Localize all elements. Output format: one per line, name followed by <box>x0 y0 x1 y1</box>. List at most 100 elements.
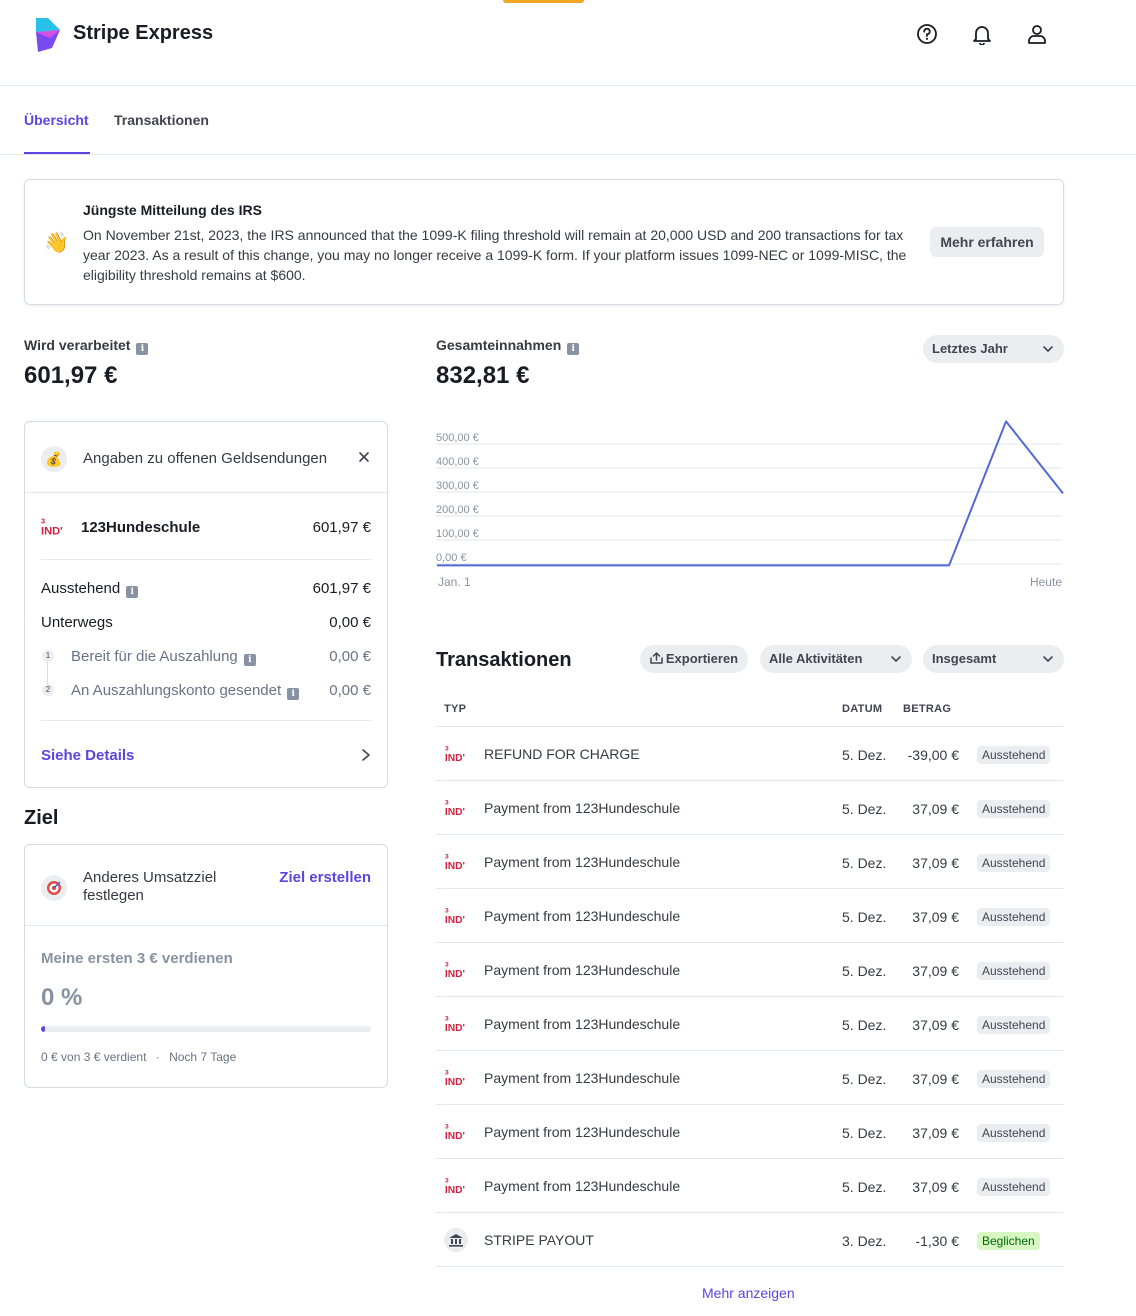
processing-amount: 601,97 € <box>24 362 118 389</box>
in-transit-value: 0,00 € <box>329 614 371 631</box>
table-row[interactable]: 3 IND' Payment from 123Hundeschule 5. Dez. 3… <box>436 996 1064 1050</box>
table-row[interactable]: 3 IND' Payment from 123Hundeschule 5. Dez. 3… <box>436 942 1064 996</box>
svg-text:3: 3 <box>41 516 45 525</box>
export-label: Exportieren <box>665 651 739 666</box>
info-icon[interactable]: i <box>136 343 149 355</box>
transaction-type: Payment from 123Hundeschule <box>484 800 681 816</box>
transaction-date: 5. Dez. <box>842 1071 887 1087</box>
payouts-card-title: Angaben zu offenen Geldsendungen <box>83 450 328 467</box>
status-badge: Ausstehend <box>977 908 1051 926</box>
table-row[interactable]: 3 IND' Payment from 123Hundeschule 5. Dez. 3… <box>436 1050 1064 1104</box>
table-row[interactable]: 3 IND' Payment from 123Hundeschule 5. Dez. 3… <box>436 780 1064 834</box>
column-header-amount[interactable]: BETRAG <box>903 703 951 715</box>
svg-text:3: 3 <box>445 908 449 915</box>
svg-text:IND': IND' <box>445 915 465 926</box>
goal-percent: 0 % <box>41 984 83 1011</box>
transaction-date: 5. Dez. <box>842 855 887 871</box>
goal-progress-fill <box>41 1026 45 1032</box>
earnings-chart: 500,00 € 400,00 € 300,00 € 200,00 € 100,00 €… <box>436 420 1064 589</box>
svg-text:3: 3 <box>445 1124 449 1131</box>
processing-label-text: Wird verarbeitet <box>24 337 131 353</box>
transaction-date: 5. Dez. <box>842 909 887 925</box>
brand-name: Stripe Express <box>73 22 214 44</box>
target-icon <box>41 875 67 901</box>
divider <box>41 720 371 721</box>
x-tick-label: Heute <box>1030 575 1062 589</box>
total-filter-select[interactable]: Insgesamt <box>923 645 1064 673</box>
pending-value: 601,97 € <box>312 580 371 597</box>
table-row[interactable]: 3 IND' Payment from 123Hundeschule 5. Dez. 3… <box>436 1158 1064 1212</box>
waving-hand-icon: 👋 <box>44 232 69 254</box>
sent-to-account-value: 0,00 € <box>329 682 371 699</box>
svg-text:IND': IND' <box>445 1131 465 1142</box>
y-tick-label: 500,00 € <box>436 432 479 444</box>
svg-text:IND': IND' <box>445 969 465 980</box>
transaction-type: Payment from 123Hundeschule <box>484 854 681 870</box>
ready-for-payout-label: Bereit für die Auszahlung i <box>71 648 256 666</box>
transaction-amount: 37,09 € <box>912 855 959 871</box>
date-range-select[interactable]: Letztes Jahr <box>923 335 1064 363</box>
export-button[interactable]: Exportieren <box>640 645 748 673</box>
tab-overview[interactable]: Übersicht <box>24 112 89 128</box>
transaction-amount: -39,00 € <box>907 747 959 763</box>
status-badge: Ausstehend <box>977 800 1051 818</box>
earnings-amount: 832,81 € <box>436 362 530 389</box>
transaction-amount: 37,09 € <box>912 1179 959 1195</box>
create-goal-link[interactable]: Ziel erstellen <box>279 869 371 886</box>
info-icon[interactable]: i <box>567 343 580 355</box>
y-tick-label: 0,00 € <box>436 552 467 564</box>
help-icon[interactable] <box>915 22 939 46</box>
y-tick-label: 300,00 € <box>436 480 479 492</box>
ind-logo-icon: 3IND' <box>445 1070 465 1088</box>
learn-more-button[interactable]: Mehr erfahren <box>930 227 1044 257</box>
close-icon[interactable] <box>355 448 373 466</box>
divider <box>41 559 371 560</box>
tab-transactions[interactable]: Transaktionen <box>114 112 209 128</box>
info-icon[interactable]: i <box>126 586 139 598</box>
main-tabs: Übersicht Transaktionen <box>0 86 1136 155</box>
active-tab-indicator <box>24 152 90 154</box>
transaction-amount: -1,30 € <box>915 1233 959 1249</box>
status-badge: Ausstehend <box>977 1070 1051 1088</box>
svg-text:IND': IND' <box>445 753 465 764</box>
x-tick-label: Jan. 1 <box>438 575 471 589</box>
goal-progress-bar <box>41 1026 371 1032</box>
table-row[interactable]: 3 IND' Payment from 123Hundeschule 5. Dez. 3… <box>436 834 1064 888</box>
open-payouts-card: 💰 Angaben zu offenen Geldsendungen 3 IND… <box>24 421 388 788</box>
table-row[interactable]: 3 IND' Payment from 123Hundeschule 5. Dez. 3… <box>436 888 1064 942</box>
svg-text:3: 3 <box>445 746 449 753</box>
top-header: Stripe Express <box>0 0 1136 86</box>
bell-icon[interactable] <box>970 22 994 46</box>
see-details-link[interactable]: Siehe Details <box>41 747 134 764</box>
platform-name: 123Hundeschule <box>81 519 201 536</box>
chevron-down-icon <box>891 656 901 663</box>
processing-label: Wird verarbeitet i <box>24 337 149 355</box>
transaction-type: Payment from 123Hundeschule <box>484 908 681 924</box>
column-header-type[interactable]: TYP <box>444 703 466 715</box>
table-row[interactable]: 3 IND' REFUND FOR CHARGE 5. Dez. -39,00 € Aus… <box>436 726 1064 780</box>
status-badge: Ausstehend <box>977 1016 1051 1034</box>
column-header-date[interactable]: DATUM <box>842 703 882 715</box>
irs-notice-banner: 👋 Jüngste Mitteilung des IRS On November… <box>24 179 1064 305</box>
transaction-type: Payment from 123Hundeschule <box>484 1070 681 1086</box>
transaction-type: STRIPE PAYOUT <box>484 1232 594 1248</box>
y-tick-label: 200,00 € <box>436 504 479 516</box>
transaction-date: 5. Dez. <box>842 963 887 979</box>
activity-filter-select[interactable]: Alle Aktivitäten <box>760 645 912 673</box>
earnings-series-line <box>437 420 1064 567</box>
table-row[interactable]: 3 IND' Payment from 123Hundeschule 5. Dez. 3… <box>436 1104 1064 1158</box>
divider <box>25 925 387 926</box>
show-more-link[interactable]: Mehr anzeigen <box>702 1285 795 1301</box>
info-icon[interactable]: i <box>287 688 300 700</box>
status-badge: Ausstehend <box>977 962 1051 980</box>
step-number: 1 <box>42 650 54 662</box>
chevron-right-icon[interactable] <box>359 747 373 768</box>
table-row[interactable]: STRIPE PAYOUT 3. Dez. -1,30 € Beglichen <box>436 1212 1064 1266</box>
total-filter-value: Insgesamt <box>932 651 997 666</box>
info-icon[interactable]: i <box>243 654 256 666</box>
in-transit-label: Unterwegs <box>41 614 113 631</box>
user-icon[interactable] <box>1025 22 1049 46</box>
svg-text:3: 3 <box>445 800 449 807</box>
transaction-date: 5. Dez. <box>842 1179 887 1195</box>
y-tick-label: 100,00 € <box>436 528 479 540</box>
